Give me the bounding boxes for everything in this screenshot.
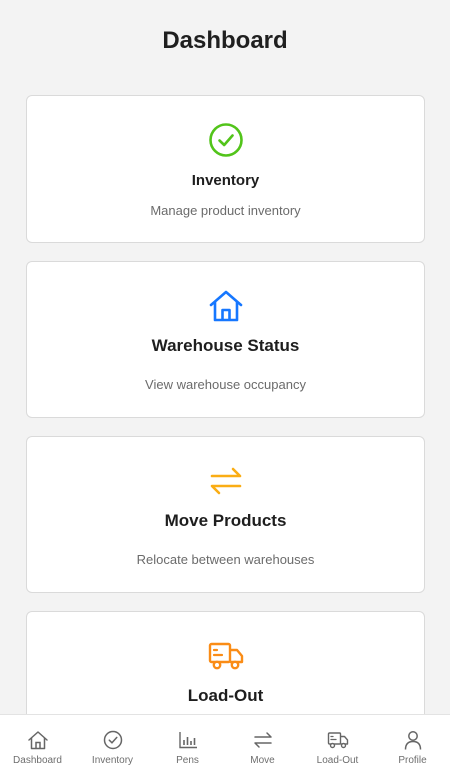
truck-icon	[327, 729, 349, 751]
check-circle-icon	[206, 120, 246, 160]
load-out-card-title: Load-Out	[187, 686, 264, 705]
tab-label: Profile	[398, 755, 427, 766]
tab-label: Pens	[176, 755, 199, 766]
tab-label: Load-Out	[316, 755, 359, 766]
dashboard-cards: Inventory Manage product inventory Wareh…	[26, 95, 425, 751]
swap-icon	[252, 729, 274, 751]
tab-pens[interactable]: Pens	[150, 715, 225, 778]
inventory-card-subtitle: Manage product inventory	[150, 203, 301, 218]
header: Dashboard	[0, 0, 450, 80]
tab-inventory[interactable]: Inventory	[75, 715, 150, 778]
page-title: Dashboard	[162, 27, 288, 54]
swap-icon	[206, 461, 246, 501]
check-circle-icon	[102, 729, 124, 751]
tab-load-out[interactable]: Load-Out	[300, 715, 375, 778]
home-icon	[206, 286, 246, 326]
move-products-card[interactable]: Move Products Relocate between warehouse…	[26, 436, 425, 593]
tab-label: Move	[250, 755, 275, 766]
bottom-tab-bar: Dashboard Inventory Pens Move Load-Out P…	[0, 714, 450, 778]
move-products-card-title: Move Products	[164, 511, 287, 530]
user-icon	[402, 729, 424, 751]
tab-dashboard[interactable]: Dashboard	[0, 715, 75, 778]
tab-label: Dashboard	[13, 755, 62, 766]
tab-move[interactable]: Move	[225, 715, 300, 778]
bar-chart-icon	[177, 729, 199, 751]
move-products-card-subtitle: Relocate between warehouses	[136, 552, 315, 567]
warehouse-status-card-title: Warehouse Status	[151, 336, 300, 355]
home-icon	[27, 729, 49, 751]
truck-icon	[206, 636, 246, 676]
inventory-card-title: Inventory	[191, 172, 260, 189]
tab-profile[interactable]: Profile	[375, 715, 450, 778]
warehouse-status-card-subtitle: View warehouse occupancy	[145, 377, 306, 392]
inventory-card[interactable]: Inventory Manage product inventory	[26, 95, 425, 243]
warehouse-status-card[interactable]: Warehouse Status View warehouse occupanc…	[26, 261, 425, 418]
tab-label: Inventory	[91, 755, 134, 766]
